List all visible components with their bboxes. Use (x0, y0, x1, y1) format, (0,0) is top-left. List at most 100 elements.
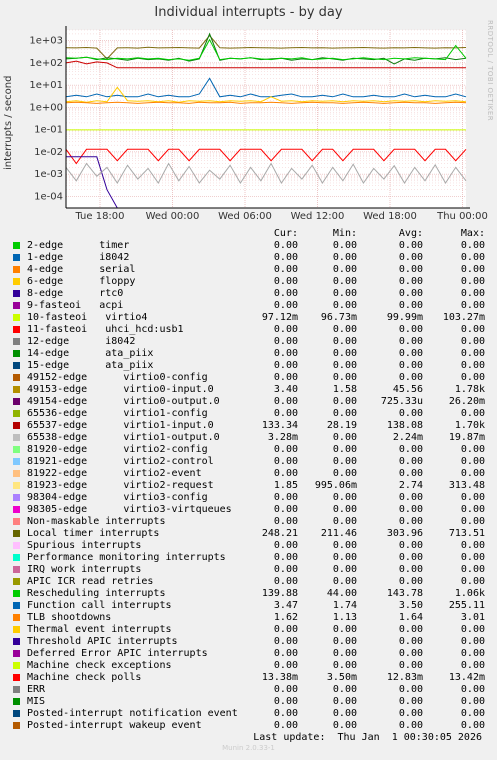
legend-label: Performance monitoring interrupts (27, 552, 226, 563)
legend-cur: 0.00 (273, 708, 298, 719)
y-tick-label: 1e+03 (29, 36, 63, 47)
legend-swatch (13, 470, 20, 477)
legend-swatch (13, 326, 20, 333)
legend-label: 65538-edge virtio1-output.0 (27, 432, 220, 443)
legend-max: 0.00 (460, 360, 485, 371)
legend-max: 13.42m (448, 672, 485, 683)
legend-max: 0.00 (460, 708, 485, 719)
legend-min: 0.00 (332, 492, 357, 503)
legend-swatch (13, 398, 20, 405)
legend-cur: 139.88 (261, 588, 298, 599)
y-tick-label: 1e+01 (29, 80, 63, 91)
legend-swatch (13, 662, 20, 669)
legend-cur: 0.00 (273, 564, 298, 575)
legend-cur: 97.12m (261, 312, 298, 323)
legend-min: 0.00 (332, 516, 357, 527)
legend-avg: 0.00 (398, 552, 423, 563)
legend-label: 4-edge serial (27, 264, 136, 275)
legend-max: 0.00 (460, 636, 485, 647)
legend-avg: 0.00 (398, 288, 423, 299)
legend-swatch (13, 698, 20, 705)
legend-label: 1-edge i8042 (27, 252, 130, 263)
legend-avg: 0.00 (398, 324, 423, 335)
legend-label: Local timer interrupts (27, 528, 160, 539)
legend-swatch (13, 254, 20, 261)
legend-avg: 1.64 (398, 612, 423, 623)
legend-avg: 143.78 (386, 588, 423, 599)
legend-label: Spurious interrupts (27, 540, 142, 551)
legend-min: 0.00 (332, 252, 357, 263)
legend-label: 49153-edge virtio0-input.0 (27, 384, 214, 395)
legend-avg: 0.00 (398, 456, 423, 467)
legend-cur: 0.00 (273, 372, 298, 383)
legend-label: Thermal event interrupts (27, 624, 172, 635)
legend-swatch (13, 374, 20, 381)
legend-label: 49152-edge virtio0-config (27, 372, 208, 383)
legend-swatch (13, 674, 20, 681)
legend-swatch (13, 290, 20, 297)
legend-cur: 0.00 (273, 552, 298, 563)
x-tick-label: Wed 06:00 (218, 211, 272, 222)
legend-cur: 0.00 (273, 336, 298, 347)
legend-cur: 0.00 (273, 660, 298, 671)
legend-cur: 0.00 (273, 276, 298, 287)
legend-avg: 0.00 (398, 264, 423, 275)
legend-cur: 0.00 (273, 504, 298, 515)
legend-label: ERR (27, 684, 46, 695)
legend-min: 0.00 (332, 396, 357, 407)
legend-min: 1.74 (332, 600, 357, 611)
legend-avg: 725.33u (380, 396, 423, 407)
legend-swatch (13, 602, 20, 609)
legend-label: 65536-edge virtio1-config (27, 408, 208, 419)
legend-min: 0.00 (332, 300, 357, 311)
y-tick-label: 1e-03 (34, 169, 63, 180)
legend-label: TLB shootdowns (27, 612, 112, 623)
legend-max: 0.00 (460, 624, 485, 635)
legend-swatch (13, 494, 20, 501)
legend-max: 1.70k (454, 420, 485, 431)
legend-min: 28.19 (326, 420, 357, 431)
legend-label: Posted-interrupt notification event (27, 708, 238, 719)
legend-label: 10-fasteoi virtio4 (27, 312, 148, 323)
legend-min: 0.00 (332, 288, 357, 299)
legend-min: 0.00 (332, 336, 357, 347)
legend-cur: 0.00 (273, 720, 298, 731)
legend-min: 3.50m (326, 672, 357, 683)
legend-avg: 0.00 (398, 360, 423, 371)
legend-avg: 0.00 (398, 276, 423, 287)
legend-label: 98305-edge virtio3-virtqueues (27, 504, 232, 515)
legend-min: 0.00 (332, 696, 357, 707)
legend-cur: 0.00 (273, 288, 298, 299)
legend-cur: 0.00 (273, 360, 298, 371)
legend-swatch (13, 590, 20, 597)
legend-swatch (13, 338, 20, 345)
legend-cur: 0.00 (273, 492, 298, 503)
legend-swatch (13, 350, 20, 357)
legend-swatch (13, 482, 20, 489)
legend-swatch (13, 530, 20, 537)
legend-swatch (13, 626, 20, 633)
legend-cur: 0.00 (273, 408, 298, 419)
legend-avg: 303.96 (386, 528, 423, 539)
legend-min: 0.00 (332, 576, 357, 587)
legend-max: 0.00 (460, 300, 485, 311)
legend-label: Machine check polls (27, 672, 142, 683)
legend-avg: 0.00 (398, 720, 423, 731)
legend-min: 0.00 (332, 240, 357, 251)
legend-swatch (13, 446, 20, 453)
legend-label: 81923-edge virtio2-request (27, 480, 214, 491)
legend-swatch (13, 410, 20, 417)
legend-max: 0.00 (460, 252, 485, 263)
legend-avg: 138.08 (386, 420, 423, 431)
legend-avg: 0.00 (398, 372, 423, 383)
legend-min: 0.00 (332, 408, 357, 419)
x-tick-label: Tue 18:00 (74, 211, 124, 222)
legend-label: 81921-edge virtio2-control (27, 456, 214, 467)
legend-label: MIS (27, 696, 46, 707)
legend-column-header: Avg: (398, 228, 423, 239)
legend-avg: 0.00 (398, 540, 423, 551)
legend-swatch (13, 578, 20, 585)
legend-swatch (13, 434, 20, 441)
legend-avg: 0.00 (398, 468, 423, 479)
legend-avg: 0.00 (398, 576, 423, 587)
